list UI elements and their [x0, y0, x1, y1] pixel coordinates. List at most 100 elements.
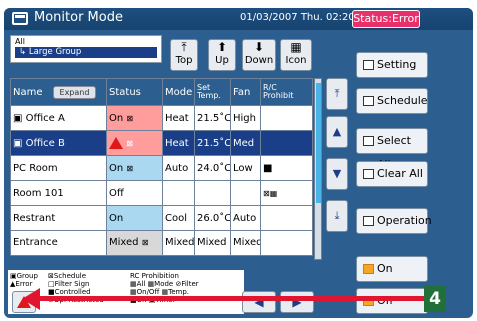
row-name: Room 101 [10, 180, 107, 207]
row-name: ▣ Office B [10, 130, 107, 157]
window-title: Monitor Mode [34, 10, 123, 25]
legend-controlled: ■Controlled [48, 288, 91, 296]
arrow-up-icon: ⬆ [216, 40, 228, 54]
row-fan: Med [230, 130, 261, 157]
legend-filter-sign: □Filter Sign [48, 280, 90, 288]
legend-col-1: ▣Group ▲Error [10, 272, 38, 288]
callout-arrow-line [36, 296, 424, 301]
row-mode: Mixed [162, 229, 195, 257]
legend-mode-text: Mode [154, 280, 174, 288]
legend-controlled-text: Controlled [54, 288, 91, 296]
callout-number-badge: 4 [424, 286, 446, 312]
table-scrollbar[interactable] [314, 78, 322, 260]
table-row[interactable]: Entrance Mixed ⊠ Mixed Mixed Mixed [10, 229, 313, 257]
header-name-text: Name [13, 86, 43, 98]
table-row[interactable]: Room 101 Off ⊠▦ [10, 180, 313, 207]
setting-button[interactable]: Setting [356, 52, 428, 78]
setting-label: Setting [377, 58, 417, 71]
schedule-icon: ⊠ [141, 238, 149, 248]
icon-view-button[interactable]: ▦ Icon [280, 39, 312, 71]
header-name: Name Expand [10, 77, 107, 107]
up-label: Up [215, 55, 229, 66]
monitor-window: Monitor Mode 01/03/2007 Thu. 02:20 PM St… [4, 8, 473, 318]
group-icon: ▣ [13, 112, 23, 124]
expand-button[interactable]: Expand [52, 85, 97, 99]
row-status: Mixed ⊠ [106, 229, 163, 257]
operation-button[interactable]: Operation [356, 208, 432, 234]
row-fan: High [230, 105, 261, 132]
operation-label: Operation [377, 214, 432, 227]
clear-all-icon [363, 169, 374, 179]
title-bar: Monitor Mode 01/03/2007 Thu. 02:20 PM St… [4, 8, 473, 30]
row-rc: ⊠▦ [260, 180, 313, 207]
row-name: PC Room [10, 155, 107, 182]
schedule-icon: ⊠ [126, 139, 133, 149]
legend-rc-row-1: ▦All ▦Mode ⊘Filter [130, 280, 199, 288]
table-row[interactable]: PC Room On ⊠ Auto 24.0˚C Low ■ [10, 155, 313, 182]
down-label: Down [244, 55, 274, 66]
table-row[interactable]: Restrant On Cool 26.0˚C Auto [10, 205, 313, 231]
table-row[interactable]: ▣ Office A On ⊠ Heat 21.5˚C High [10, 105, 313, 132]
schedule-icon: ⊠ [126, 163, 134, 173]
scroll-up-button[interactable]: ▲ [326, 116, 348, 148]
row-name: Entrance [10, 229, 107, 257]
on-label: On [377, 262, 393, 275]
row-name-text: Office B [25, 137, 65, 149]
row-status-text: On [109, 162, 124, 174]
top-label: Top [175, 55, 193, 66]
legend-temp-text: Temp. [168, 288, 189, 296]
legend-panel: ▣Group ▲Error ⊠Schedule □Filter Sign ■Co… [8, 270, 244, 314]
table-header: Name Expand Status Mode Set Temp. Fan R/C P… [10, 77, 313, 107]
row-temp [194, 180, 231, 207]
arrow-down-icon: ▼ [332, 167, 342, 180]
current-group-label: ↳ Large Group [15, 47, 157, 58]
legend-filter-sign-text: Filter Sign [54, 280, 90, 288]
arrow-to-bottom-icon: ⤓ [334, 209, 340, 222]
top-button[interactable]: ⤒ Top [170, 39, 198, 71]
page-right-button[interactable]: ▶ [280, 291, 314, 313]
icon-label: Icon [285, 55, 307, 66]
error-icon [109, 137, 123, 150]
status-error-button[interactable]: Status:Error [352, 10, 420, 28]
row-fan: Auto [230, 205, 261, 231]
prohibit-icon: ■ [263, 162, 273, 174]
row-mode: Auto [162, 155, 195, 182]
legend-all-text: All [136, 280, 146, 288]
off-button[interactable]: Off [356, 288, 428, 314]
group-icon: ▣ [13, 137, 23, 149]
row-temp: 26.0˚C [194, 205, 231, 231]
legend-schedule-text: Schedule [53, 272, 87, 280]
scrollbar-thumb[interactable] [316, 83, 321, 203]
down-button[interactable]: ⬇ Down [242, 39, 276, 71]
table-row[interactable]: ▣ Office B ⊠ Heat 21.5˚C Med [10, 130, 313, 157]
current-group-text: Large Group [28, 47, 82, 57]
scroll-top-button[interactable]: ⤒ [326, 78, 348, 110]
clear-all-button[interactable]: Clear All [356, 161, 428, 187]
row-mode: Heat [162, 130, 195, 157]
legend-error-text: Error [15, 280, 33, 288]
arrow-to-top-icon: ⤒ [334, 87, 340, 100]
legend-group-text: Group [16, 272, 38, 280]
row-rc [260, 229, 313, 257]
on-button[interactable]: On [356, 256, 428, 282]
up-button[interactable]: ⬆ Up [208, 39, 236, 71]
header-status: Status [106, 77, 163, 107]
legend-on-off-text: On/Off [136, 288, 160, 296]
select-all-button[interactable]: Select All [356, 128, 428, 171]
row-temp: 21.5˚C [194, 130, 231, 157]
group-selector[interactable]: All ↳ Large Group [10, 35, 162, 63]
legend-group: ▣Group [10, 272, 38, 280]
header-rc-line2: Prohibit [263, 91, 294, 101]
page-left-button[interactable]: ◀ [242, 291, 276, 313]
arrow-down-icon: ⬇ [253, 40, 265, 54]
scroll-down-button[interactable]: ▼ [326, 158, 348, 190]
schedule-button[interactable]: Schedule [356, 88, 428, 114]
row-status: ⊠ [106, 130, 163, 157]
row-fan: Low [230, 155, 261, 182]
scroll-bottom-button[interactable]: ⤓ [326, 200, 348, 232]
header-fan: Fan [230, 77, 261, 107]
header-set-temp: Set Temp. [194, 77, 231, 107]
legend-schedule: ⊠Schedule [48, 272, 87, 280]
group-all-label: All [15, 37, 25, 46]
row-temp: 24.0˚C [194, 155, 231, 182]
